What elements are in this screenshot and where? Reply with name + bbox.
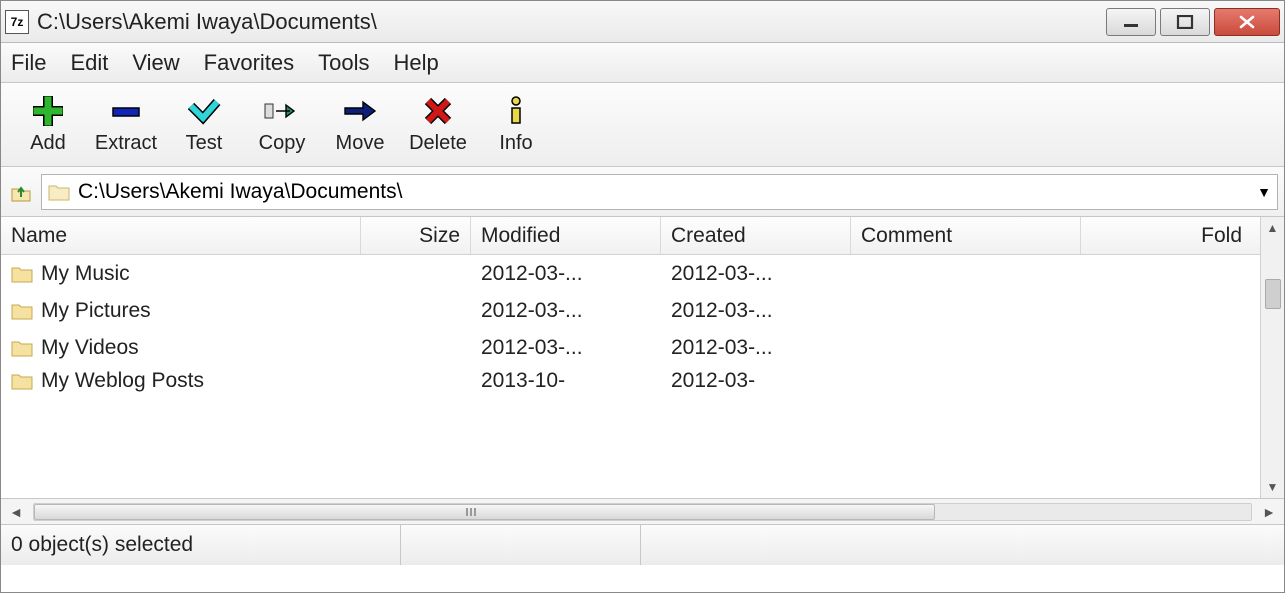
list-item[interactable]: My Pictures 2012-03-... 2012-03-... — [1, 292, 1260, 329]
test-button[interactable]: Test — [165, 85, 243, 165]
scroll-track[interactable] — [33, 503, 1252, 521]
column-header-comment[interactable]: Comment — [851, 217, 1081, 254]
column-header-folders[interactable]: Fold — [1081, 217, 1260, 254]
scroll-left-icon[interactable]: ◄ — [5, 504, 27, 520]
window-title: C:\Users\Akemi Iwaya\Documents\ — [37, 9, 1102, 35]
status-cell — [401, 525, 641, 565]
up-button[interactable] — [7, 178, 35, 206]
column-header-row: Name Size Modified Created Comment Fold — [1, 217, 1260, 255]
file-name: My Weblog Posts — [41, 369, 204, 393]
file-modified: 2012-03-... — [471, 262, 661, 286]
scroll-up-icon[interactable]: ▲ — [1261, 217, 1284, 239]
file-list: Name Size Modified Created Comment Fold … — [1, 217, 1284, 499]
close-button[interactable] — [1214, 8, 1280, 36]
file-rows: My Music 2012-03-... 2012-03-... My Pict… — [1, 255, 1260, 498]
file-modified: 2012-03-... — [471, 299, 661, 323]
column-header-created[interactable]: Created — [661, 217, 851, 254]
scroll-down-icon[interactable]: ▼ — [1261, 476, 1284, 498]
minimize-button[interactable] — [1106, 8, 1156, 36]
file-modified: 2013-10- — [471, 369, 661, 393]
folder-icon — [11, 338, 33, 358]
toolbar-label: Delete — [409, 132, 467, 155]
file-name: My Videos — [41, 336, 139, 360]
minus-icon — [109, 94, 143, 128]
info-icon — [503, 94, 529, 128]
file-created: 2012-03-... — [661, 299, 851, 323]
file-created: 2012-03- — [661, 369, 851, 393]
menu-help[interactable]: Help — [394, 50, 439, 76]
column-header-name[interactable]: Name — [1, 217, 361, 254]
file-created: 2012-03-... — [661, 336, 851, 360]
add-button[interactable]: Add — [9, 85, 87, 165]
scroll-right-icon[interactable]: ► — [1258, 504, 1280, 520]
address-path: C:\Users\Akemi Iwaya\Documents\ — [78, 180, 402, 204]
delete-button[interactable]: Delete — [399, 85, 477, 165]
menu-file[interactable]: File — [11, 50, 46, 76]
title-bar: 7z C:\Users\Akemi Iwaya\Documents\ — [1, 1, 1284, 43]
toolbar-label: Info — [499, 132, 532, 155]
plus-icon — [33, 94, 63, 128]
toolbar: Add Extract Test Copy Move Delete Info — [1, 83, 1284, 167]
address-input[interactable]: C:\Users\Akemi Iwaya\Documents\ ▼ — [41, 174, 1278, 210]
copy-arrow-icon — [262, 94, 302, 128]
list-item[interactable]: My Videos 2012-03-... 2012-03-... — [1, 329, 1260, 366]
maximize-icon — [1176, 15, 1194, 29]
menu-bar: File Edit View Favorites Tools Help — [1, 43, 1284, 83]
scroll-thumb[interactable] — [34, 504, 935, 520]
dropdown-icon[interactable]: ▼ — [1257, 184, 1271, 200]
status-bar: 0 object(s) selected — [1, 525, 1284, 565]
move-button[interactable]: Move — [321, 85, 399, 165]
scroll-thumb[interactable] — [1265, 279, 1281, 309]
folder-icon — [11, 264, 33, 284]
horizontal-scrollbar[interactable]: ◄ ► — [1, 499, 1284, 525]
status-selection: 0 object(s) selected — [1, 525, 401, 565]
menu-view[interactable]: View — [132, 50, 179, 76]
column-header-size[interactable]: Size — [361, 217, 471, 254]
toolbar-label: Move — [336, 132, 385, 155]
column-header-modified[interactable]: Modified — [471, 217, 661, 254]
vertical-scrollbar[interactable]: ▲ ▼ — [1260, 217, 1284, 498]
menu-edit[interactable]: Edit — [70, 50, 108, 76]
menu-tools[interactable]: Tools — [318, 50, 369, 76]
extract-button[interactable]: Extract — [87, 85, 165, 165]
list-item[interactable]: My Weblog Posts 2013-10- 2012-03- — [1, 366, 1260, 396]
menu-favorites[interactable]: Favorites — [204, 50, 294, 76]
close-icon — [1238, 15, 1256, 29]
folder-icon — [11, 301, 33, 321]
x-icon — [423, 94, 453, 128]
toolbar-label: Test — [186, 132, 223, 155]
list-item[interactable]: My Music 2012-03-... 2012-03-... — [1, 255, 1260, 292]
file-name: My Music — [41, 262, 130, 286]
file-name: My Pictures — [41, 299, 151, 323]
copy-button[interactable]: Copy — [243, 85, 321, 165]
file-modified: 2012-03-... — [471, 336, 661, 360]
maximize-button[interactable] — [1160, 8, 1210, 36]
check-icon — [187, 94, 221, 128]
toolbar-label: Add — [30, 132, 66, 155]
address-bar: C:\Users\Akemi Iwaya\Documents\ ▼ — [1, 167, 1284, 217]
window-controls — [1102, 8, 1280, 36]
info-button[interactable]: Info — [477, 85, 555, 165]
folder-icon — [48, 181, 70, 203]
file-created: 2012-03-... — [661, 262, 851, 286]
arrow-right-icon — [341, 94, 379, 128]
folder-icon — [11, 371, 33, 391]
app-icon: 7z — [5, 10, 29, 34]
up-folder-icon — [10, 181, 32, 203]
minimize-icon — [1122, 16, 1140, 28]
toolbar-label: Extract — [95, 132, 157, 155]
toolbar-label: Copy — [259, 132, 306, 155]
status-cell — [641, 525, 1284, 565]
